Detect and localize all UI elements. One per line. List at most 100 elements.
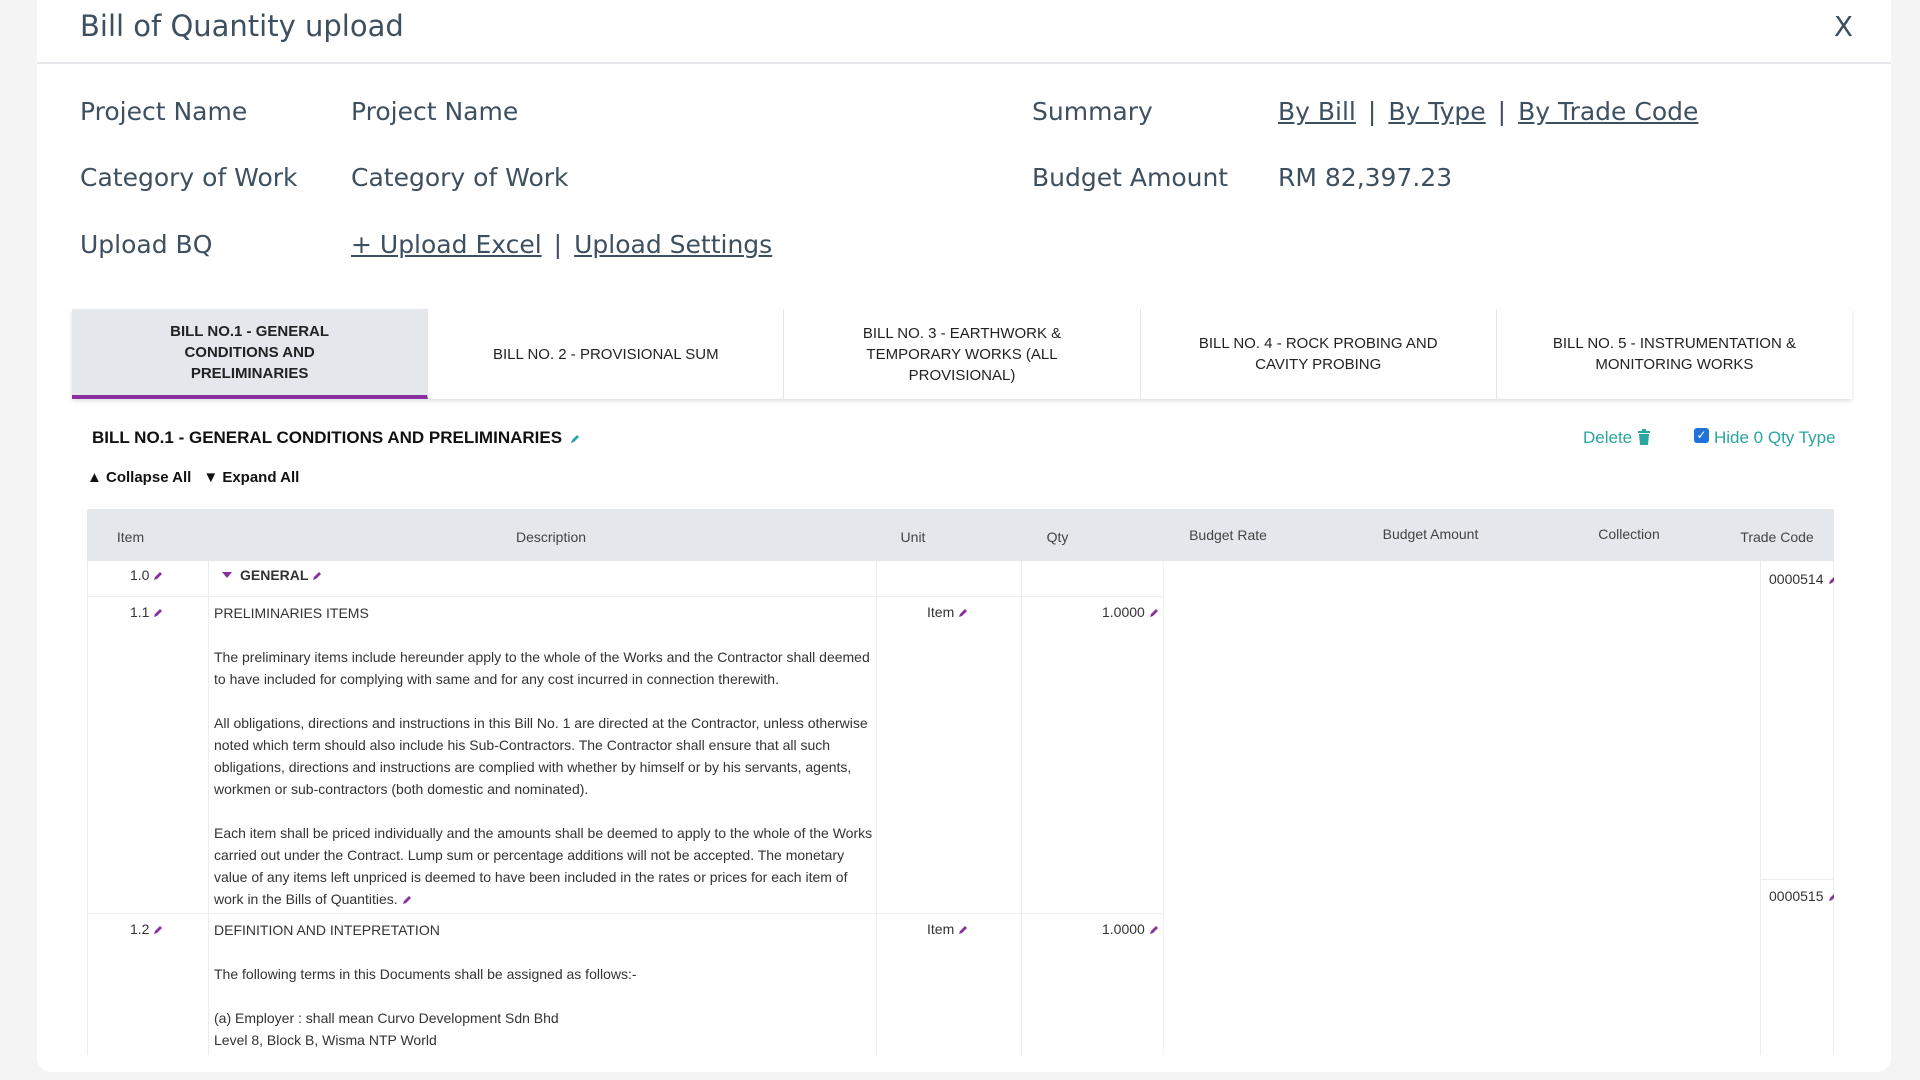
upload-settings-link[interactable]: Upload Settings: [574, 230, 772, 259]
unit-text: Item: [927, 604, 955, 620]
summary-links: By Bill | By Type | By Trade Code: [1278, 97, 1698, 126]
pencil-icon[interactable]: [1149, 925, 1159, 935]
separator: |: [553, 230, 563, 259]
header-budget-rate: Budget Rate: [1189, 527, 1267, 543]
description-cell: PRELIMINARIES ITEMS The preliminary item…: [214, 602, 874, 910]
project-name-value: Project Name: [351, 97, 519, 126]
row-divider: [87, 596, 1164, 597]
separator: |: [1367, 97, 1377, 126]
group-title-text: GENERAL: [240, 567, 309, 583]
hide-zero-qty-toggle[interactable]: ✓ Hide 0 Qty Type: [1694, 427, 1836, 448]
header-unit: Unit: [900, 529, 926, 545]
column-divider: [1163, 561, 1164, 1055]
item-number: 1.0: [130, 567, 150, 583]
column-divider: [1021, 561, 1022, 1055]
close-button[interactable]: X: [1834, 10, 1853, 43]
upload-excel-link[interactable]: + Upload Excel: [351, 230, 542, 259]
header-trade-code: Trade Code: [1740, 529, 1814, 545]
header-item: Item: [116, 529, 145, 545]
unit-cell: Item: [927, 604, 968, 620]
pencil-icon[interactable]: [570, 434, 580, 444]
budget-amount-value: RM 82,397.23: [1278, 163, 1453, 192]
tab-bill-3[interactable]: BILL NO. 3 - EARTHWORK & TEMPORARY WORKS…: [784, 309, 1141, 399]
summary-by-bill-link[interactable]: By Bill: [1278, 97, 1356, 126]
delete-label: Delete: [1583, 428, 1633, 447]
pencil-icon[interactable]: [153, 571, 163, 581]
summary-label: Summary: [1032, 97, 1153, 126]
expand-all-button[interactable]: ▼ Expand All: [203, 469, 299, 486]
pencil-icon[interactable]: [958, 925, 968, 935]
tab-bill-1[interactable]: BILL NO.1 - GENERAL CONDITIONS AND PRELI…: [72, 309, 429, 399]
row-divider: [1760, 879, 1834, 880]
collapse-all-button[interactable]: ▲ Collapse All: [87, 469, 191, 486]
upload-bq-label: Upload BQ: [80, 230, 213, 259]
upload-actions: + Upload Excel | Upload Settings: [351, 230, 772, 259]
table-row: 1.0: [130, 567, 163, 583]
pencil-icon[interactable]: [153, 925, 163, 935]
bill-heading-text: BILL NO.1 - GENERAL CONDITIONS AND PRELI…: [92, 428, 563, 447]
item-number: 1.1: [130, 604, 150, 620]
pencil-icon[interactable]: [1828, 892, 1834, 902]
pencil-icon[interactable]: [153, 608, 163, 618]
row-divider: [87, 913, 1164, 914]
tab-bill-5[interactable]: BILL NO. 5 - INSTRUMENTATION & MONITORIN…: [1497, 309, 1852, 399]
description-paragraph: Each item shall be priced individually a…: [214, 822, 874, 910]
item-number-cell: 1.2: [130, 921, 163, 937]
table-header: Item Description Unit Qty Budget Rate Bu…: [87, 509, 1834, 561]
delete-button[interactable]: Delete: [1583, 428, 1651, 448]
bq-table: Item Description Unit Qty Budget Rate Bu…: [87, 509, 1834, 1055]
budget-amount-label: Budget Amount: [1032, 163, 1229, 192]
category-label: Category of Work: [80, 163, 298, 192]
column-divider: [208, 561, 209, 1055]
bill-tabs: BILL NO.1 - GENERAL CONDITIONS AND PRELI…: [72, 309, 1852, 399]
project-name-label: Project Name: [80, 97, 248, 126]
header-description: Description: [515, 529, 587, 545]
column-divider: [1833, 561, 1834, 1055]
trade-code: 0000514: [1769, 571, 1834, 587]
column-divider: [1760, 561, 1761, 1055]
bq-upload-modal: Bill of Quantity upload X Project Name P…: [37, 0, 1891, 1072]
description-paragraph-text: Each item shall be priced individually a…: [214, 825, 873, 907]
description-paragraph: (a) Employer : shall mean Curvo Developm…: [214, 1010, 559, 1048]
checkbox-checked-icon[interactable]: ✓: [1694, 427, 1709, 443]
table-body: 1.0 GENERAL 0000514 1.1 PRELIMINARIES IT…: [87, 561, 1834, 1055]
trade-code-text: 0000515: [1769, 888, 1824, 904]
trade-code: 0000515: [1769, 888, 1834, 904]
caret-down-icon[interactable]: [222, 572, 232, 579]
description-paragraph: All obligations, directions and instruct…: [214, 715, 868, 797]
header-collection: Collection: [1598, 526, 1660, 542]
summary-by-trade-link[interactable]: By Trade Code: [1518, 97, 1698, 126]
pencil-icon[interactable]: [312, 571, 322, 581]
column-divider: [87, 561, 88, 1055]
column-divider: [876, 561, 877, 1055]
description-title: DEFINITION AND INTEPRETATION: [214, 922, 440, 938]
category-value: Category of Work: [351, 163, 569, 192]
description-cell: DEFINITION AND INTEPRETATION The followi…: [214, 919, 874, 1055]
unit-text: Item: [927, 921, 955, 937]
pencil-icon[interactable]: [1149, 608, 1159, 618]
description-title: PRELIMINARIES ITEMS: [214, 605, 369, 621]
pencil-icon[interactable]: [958, 608, 968, 618]
pencil-icon[interactable]: [1828, 575, 1834, 585]
item-number: 1.2: [130, 921, 150, 937]
header-qty: Qty: [1046, 529, 1069, 545]
modal-title: Bill of Quantity upload: [80, 9, 404, 43]
collapse-expand-controls: ▲ Collapse All ▼ Expand All: [87, 469, 299, 486]
qty-cell: 1.0000: [1102, 921, 1159, 937]
tab-bill-2[interactable]: BILL NO. 2 - PROVISIONAL SUM: [428, 309, 785, 399]
description-paragraph: The preliminary items include hereunder …: [214, 649, 870, 687]
hide-qty-label: Hide 0 Qty Type: [1714, 428, 1836, 447]
summary-by-type-link[interactable]: By Type: [1388, 97, 1485, 126]
qty-text: 1.0000: [1102, 921, 1145, 937]
header-budget-amount: Budget Amount: [1382, 526, 1479, 542]
modal-header: Bill of Quantity upload X: [37, 0, 1891, 64]
separator: |: [1497, 97, 1507, 126]
qty-text: 1.0000: [1102, 604, 1145, 620]
description-paragraph: The following terms in this Documents sh…: [214, 966, 637, 982]
bill-heading: BILL NO.1 - GENERAL CONDITIONS AND PRELI…: [92, 428, 580, 448]
group-title[interactable]: GENERAL: [208, 567, 322, 583]
tab-bill-4[interactable]: BILL NO. 4 - ROCK PROBING AND CAVITY PRO…: [1141, 309, 1497, 399]
qty-cell: 1.0000: [1102, 604, 1159, 620]
trade-code-text: 0000514: [1769, 571, 1824, 587]
pencil-icon[interactable]: [402, 895, 412, 905]
